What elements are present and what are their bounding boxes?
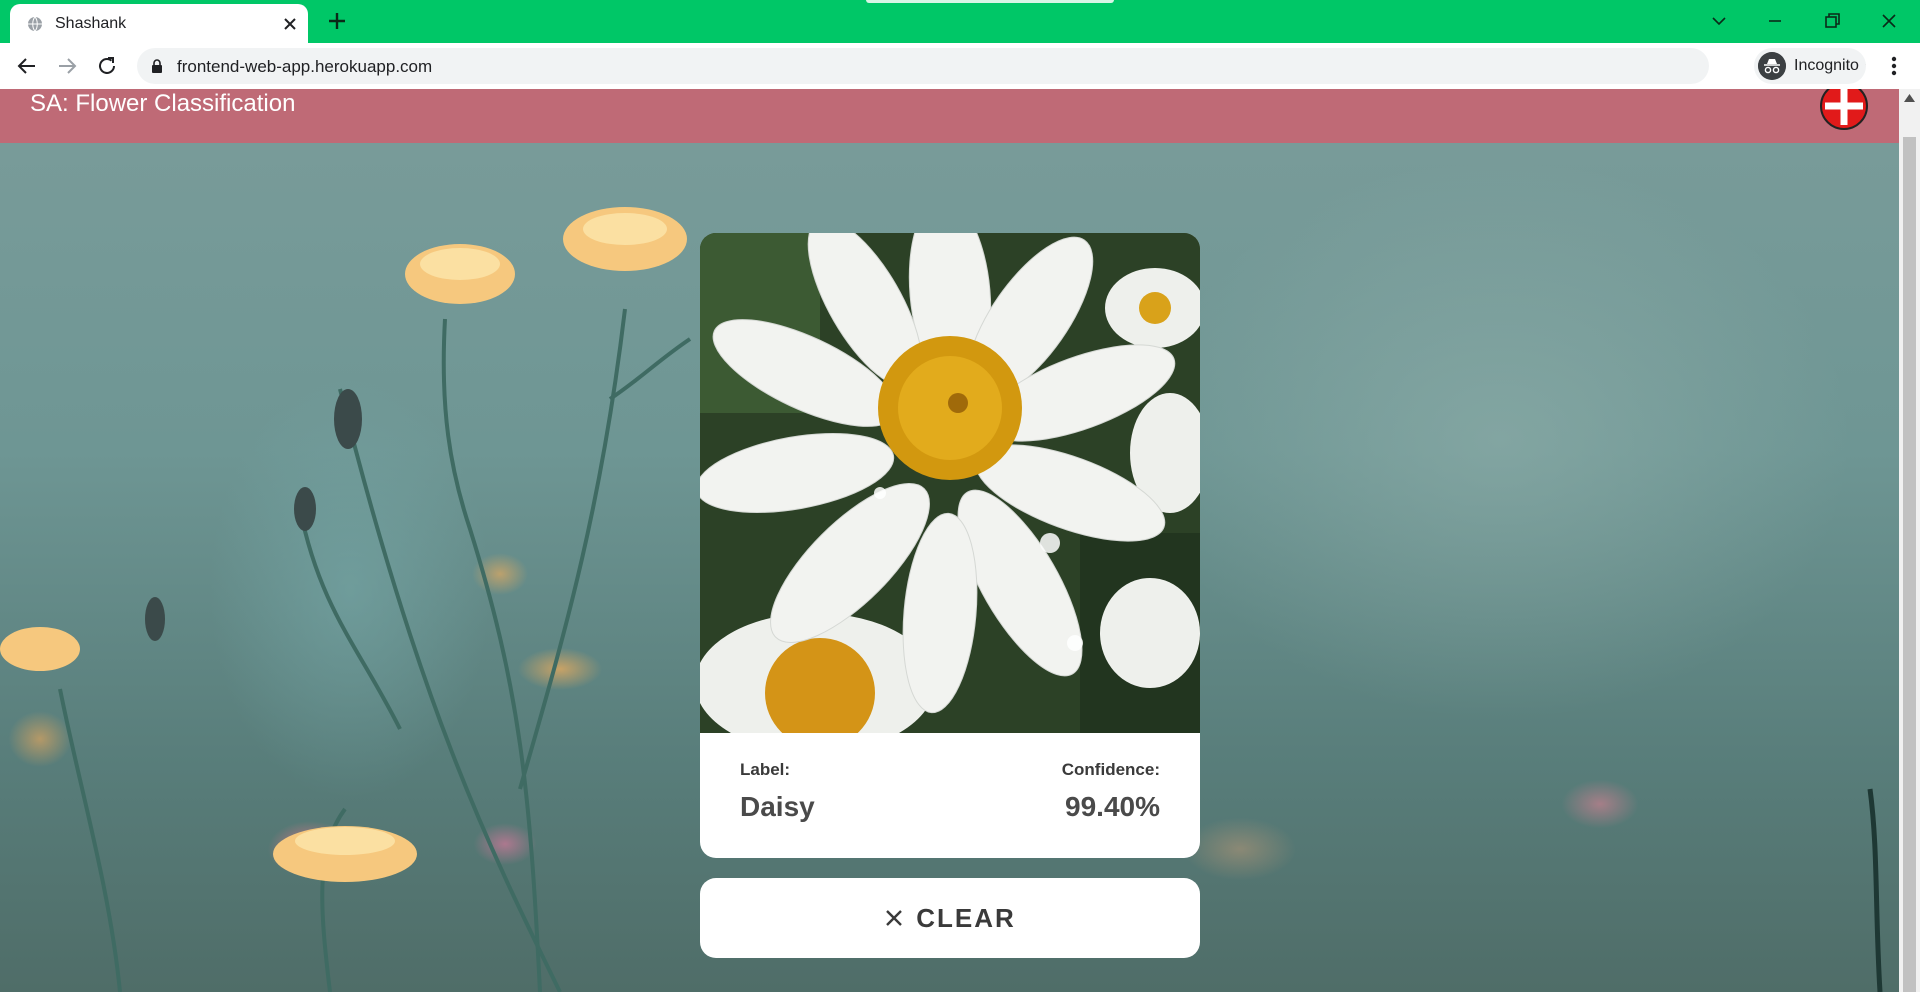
chevron-down-icon[interactable]	[1706, 8, 1732, 34]
result-card: Label: Daisy Confidence: 99.40%	[700, 233, 1200, 858]
minimize-icon[interactable]	[1762, 8, 1788, 34]
incognito-icon	[1758, 52, 1786, 80]
globe-icon	[28, 16, 42, 32]
clear-button[interactable]: CLEAR	[700, 878, 1200, 958]
incognito-profile-button[interactable]: Incognito	[1754, 48, 1866, 84]
page-viewport: SA: Flower Classification Label: Daisy C…	[0, 89, 1899, 992]
window-close-icon[interactable]	[1876, 8, 1902, 34]
cross-logo-icon[interactable]	[1819, 89, 1869, 131]
tab-title: Shashank	[55, 15, 127, 32]
tab-search-indicator	[866, 0, 1114, 3]
result-info: Label: Daisy Confidence: 99.40%	[700, 733, 1200, 858]
browser-tabbar: Shashank	[0, 0, 1920, 43]
browser-toolbar: frontend-web-app.herokuapp.com Incognito	[0, 43, 1920, 90]
url-text[interactable]: frontend-web-app.herokuapp.com	[177, 57, 432, 77]
page-scrollbar[interactable]	[1899, 89, 1920, 992]
uploaded-flower-image	[700, 233, 1200, 733]
app-header: SA: Flower Classification	[0, 89, 1899, 143]
plus-icon[interactable]	[326, 10, 348, 32]
restore-icon[interactable]	[1819, 8, 1845, 34]
scroll-up-arrow-icon[interactable]	[1904, 94, 1915, 102]
clear-button-label: CLEAR	[916, 902, 1016, 933]
lock-icon[interactable]	[151, 59, 163, 73]
incognito-label: Incognito	[1794, 57, 1859, 74]
back-icon[interactable]	[16, 55, 38, 77]
confidence-value: 99.40%	[1065, 791, 1160, 822]
reload-icon[interactable]	[96, 55, 118, 77]
label-value: Daisy	[740, 791, 815, 822]
scroll-thumb[interactable]	[1903, 137, 1916, 992]
clear-x-icon	[886, 910, 903, 926]
label-title: Label:	[740, 760, 791, 779]
kebab-icon[interactable]	[1882, 53, 1906, 79]
browser-tab[interactable]: Shashank	[10, 4, 308, 43]
address-bar[interactable]: frontend-web-app.herokuapp.com	[137, 48, 1866, 84]
forward-icon[interactable]	[56, 55, 78, 77]
close-icon[interactable]	[280, 14, 300, 34]
app-title: SA: Flower Classification	[30, 90, 296, 117]
confidence-title: Confidence:	[1061, 760, 1160, 779]
